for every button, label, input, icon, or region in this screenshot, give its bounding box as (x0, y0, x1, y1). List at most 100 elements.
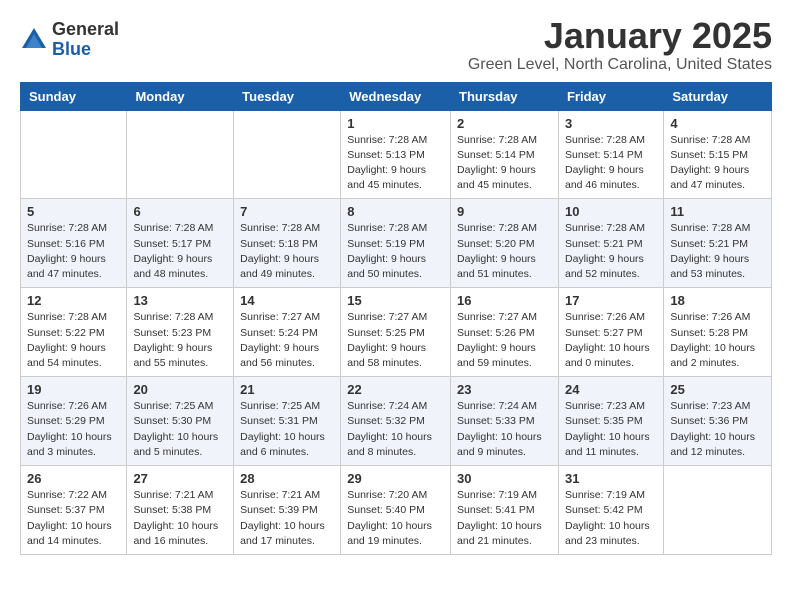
header-monday: Monday (127, 82, 234, 110)
cell-1-4: 9 Sunrise: 7:28 AM Sunset: 5:20 PM Daylig… (451, 199, 559, 288)
cell-2-5: 17 Sunrise: 7:26 AM Sunset: 5:27 PM Dayli… (558, 288, 663, 377)
day-info-1-0: Sunrise: 7:28 AM Sunset: 5:16 PM Dayligh… (27, 221, 120, 282)
cell-0-3: 1 Sunrise: 7:28 AM Sunset: 5:13 PM Daylig… (341, 110, 451, 199)
week-row-1: 5Sunrise: 7:28 AM Sunset: 5:16 PM Daylig… (21, 199, 772, 288)
day-info-3-3: Sunrise: 7:24 AM Sunset: 5:32 PM Dayligh… (347, 399, 444, 460)
cell-3-2: 21Sunrise: 7:25 AM Sunset: 5:31 PM Dayli… (234, 377, 341, 466)
day-number-1-3: 8 (347, 204, 444, 219)
day-number-4-0: 26 (27, 471, 120, 486)
day-info-1-2: Sunrise: 7:28 AM Sunset: 5:18 PM Dayligh… (240, 221, 334, 282)
day-number-3-1: 20 (133, 382, 227, 397)
day-number-3-4: 23 (457, 382, 552, 397)
day-info-0-6: Sunrise: 7:28 AM Sunset: 5:15 PM Dayligh… (670, 133, 765, 194)
day-info-1-4: Sunrise: 7:28 AM Sunset: 5:20 PM Dayligh… (457, 221, 552, 282)
day-info-2-0: Sunrise: 7:28 AM Sunset: 5:22 PM Dayligh… (27, 310, 120, 371)
day-info-1-3: Sunrise: 7:28 AM Sunset: 5:19 PM Dayligh… (347, 221, 444, 282)
day-number-1-5: 10 (565, 204, 657, 219)
day-number-2-3: 15 (347, 293, 444, 308)
day-info-3-6: Sunrise: 7:23 AM Sunset: 5:36 PM Dayligh… (670, 399, 765, 460)
cell-3-3: 22 Sunrise: 7:24 AM Sunset: 5:32 PM Dayli… (341, 377, 451, 466)
day-number-2-6: 18 (670, 293, 765, 308)
day-number-3-3: 22 (347, 382, 444, 397)
day-info-0-3: Sunrise: 7:28 AM Sunset: 5:13 PM Dayligh… (347, 133, 444, 194)
header-row: Sunday Monday Tuesday Wednesday Thursday… (21, 82, 772, 110)
day-number-4-5: 31 (565, 471, 657, 486)
logo-blue: Blue (52, 40, 119, 60)
day-number-2-4: 16 (457, 293, 552, 308)
cell-0-0 (21, 110, 127, 199)
day-number-3-0: 19 (27, 382, 120, 397)
day-info-4-4: Sunrise: 7:19 AM Sunset: 5:41 PM Dayligh… (457, 488, 552, 549)
day-info-2-6: Sunrise: 7:26 AM Sunset: 5:28 PM Dayligh… (670, 310, 765, 371)
cell-4-1: 27Sunrise: 7:21 AM Sunset: 5:38 PM Dayli… (127, 466, 234, 555)
cell-3-4: 23 Sunrise: 7:24 AM Sunset: 5:33 PM Dayli… (451, 377, 559, 466)
cell-1-6: 11 Sunrise: 7:28 AM Sunset: 5:21 PM Dayli… (664, 199, 772, 288)
day-number-1-6: 11 (670, 204, 765, 219)
cell-3-1: 20 Sunrise: 7:25 AM Sunset: 5:30 PM Dayli… (127, 377, 234, 466)
cell-2-3: 15 Sunrise: 7:27 AM Sunset: 5:25 PM Dayli… (341, 288, 451, 377)
day-number-0-4: 2 (457, 116, 552, 131)
day-info-2-4: Sunrise: 7:27 AM Sunset: 5:26 PM Dayligh… (457, 310, 552, 371)
calendar-title: January 2025 (468, 16, 772, 56)
week-row-2: 12 Sunrise: 7:28 AM Sunset: 5:22 PM Dayli… (21, 288, 772, 377)
day-info-3-1: Sunrise: 7:25 AM Sunset: 5:30 PM Dayligh… (133, 399, 227, 460)
day-number-0-3: 1 (347, 116, 444, 131)
day-info-0-4: Sunrise: 7:28 AM Sunset: 5:14 PM Dayligh… (457, 133, 552, 194)
day-number-2-1: 13 (133, 293, 227, 308)
header-tuesday: Tuesday (234, 82, 341, 110)
day-number-1-2: 7 (240, 204, 334, 219)
header-friday: Friday (558, 82, 663, 110)
cell-4-6 (664, 466, 772, 555)
cell-0-6: 4 Sunrise: 7:28 AM Sunset: 5:15 PM Daylig… (664, 110, 772, 199)
day-number-3-6: 25 (670, 382, 765, 397)
day-info-2-1: Sunrise: 7:28 AM Sunset: 5:23 PM Dayligh… (133, 310, 227, 371)
day-number-2-5: 17 (565, 293, 657, 308)
cell-4-2: 28 Sunrise: 7:21 AM Sunset: 5:39 PM Dayli… (234, 466, 341, 555)
header-sunday: Sunday (21, 82, 127, 110)
cell-3-0: 19Sunrise: 7:26 AM Sunset: 5:29 PM Dayli… (21, 377, 127, 466)
day-number-1-4: 9 (457, 204, 552, 219)
cell-4-0: 26Sunrise: 7:22 AM Sunset: 5:37 PM Dayli… (21, 466, 127, 555)
day-number-0-6: 4 (670, 116, 765, 131)
calendar-subtitle: Green Level, North Carolina, United Stat… (468, 56, 772, 74)
logo-icon (20, 26, 48, 54)
day-info-3-5: Sunrise: 7:23 AM Sunset: 5:35 PM Dayligh… (565, 399, 657, 460)
cell-0-5: 3Sunrise: 7:28 AM Sunset: 5:14 PM Daylig… (558, 110, 663, 199)
day-info-2-2: Sunrise: 7:27 AM Sunset: 5:24 PM Dayligh… (240, 310, 334, 371)
page: General Blue January 2025 Green Level, N… (0, 0, 792, 571)
cell-4-5: 31 Sunrise: 7:19 AM Sunset: 5:42 PM Dayli… (558, 466, 663, 555)
day-info-1-6: Sunrise: 7:28 AM Sunset: 5:21 PM Dayligh… (670, 221, 765, 282)
day-info-2-5: Sunrise: 7:26 AM Sunset: 5:27 PM Dayligh… (565, 310, 657, 371)
day-info-4-2: Sunrise: 7:21 AM Sunset: 5:39 PM Dayligh… (240, 488, 334, 549)
day-info-4-5: Sunrise: 7:19 AM Sunset: 5:42 PM Dayligh… (565, 488, 657, 549)
day-info-1-5: Sunrise: 7:28 AM Sunset: 5:21 PM Dayligh… (565, 221, 657, 282)
day-info-4-3: Sunrise: 7:20 AM Sunset: 5:40 PM Dayligh… (347, 488, 444, 549)
header-thursday: Thursday (451, 82, 559, 110)
header: General Blue January 2025 Green Level, N… (20, 16, 772, 74)
calendar-body: 1 Sunrise: 7:28 AM Sunset: 5:13 PM Daylig… (21, 110, 772, 554)
cell-2-6: 18 Sunrise: 7:26 AM Sunset: 5:28 PM Dayli… (664, 288, 772, 377)
cell-3-6: 25 Sunrise: 7:23 AM Sunset: 5:36 PM Dayli… (664, 377, 772, 466)
cell-1-1: 6Sunrise: 7:28 AM Sunset: 5:17 PM Daylig… (127, 199, 234, 288)
cell-2-1: 13 Sunrise: 7:28 AM Sunset: 5:23 PM Dayli… (127, 288, 234, 377)
week-row-4: 26Sunrise: 7:22 AM Sunset: 5:37 PM Dayli… (21, 466, 772, 555)
day-info-3-4: Sunrise: 7:24 AM Sunset: 5:33 PM Dayligh… (457, 399, 552, 460)
cell-0-4: 2 Sunrise: 7:28 AM Sunset: 5:14 PM Daylig… (451, 110, 559, 199)
logo-general: General (52, 20, 119, 40)
day-info-2-3: Sunrise: 7:27 AM Sunset: 5:25 PM Dayligh… (347, 310, 444, 371)
cell-0-1 (127, 110, 234, 199)
day-number-3-5: 24 (565, 382, 657, 397)
calendar-table: Sunday Monday Tuesday Wednesday Thursday… (20, 82, 772, 555)
day-number-1-1: 6 (133, 204, 227, 219)
day-number-2-0: 12 (27, 293, 120, 308)
cell-2-0: 12 Sunrise: 7:28 AM Sunset: 5:22 PM Dayli… (21, 288, 127, 377)
cell-2-4: 16 Sunrise: 7:27 AM Sunset: 5:26 PM Dayli… (451, 288, 559, 377)
week-row-0: 1 Sunrise: 7:28 AM Sunset: 5:13 PM Daylig… (21, 110, 772, 199)
day-info-4-1: Sunrise: 7:21 AM Sunset: 5:38 PM Dayligh… (133, 488, 227, 549)
cell-3-5: 24 Sunrise: 7:23 AM Sunset: 5:35 PM Dayli… (558, 377, 663, 466)
day-number-4-2: 28 (240, 471, 334, 486)
day-number-0-5: 3 (565, 116, 657, 131)
calendar-header: Sunday Monday Tuesday Wednesday Thursday… (21, 82, 772, 110)
cell-2-2: 14Sunrise: 7:27 AM Sunset: 5:24 PM Dayli… (234, 288, 341, 377)
cell-1-2: 7 Sunrise: 7:28 AM Sunset: 5:18 PM Daylig… (234, 199, 341, 288)
